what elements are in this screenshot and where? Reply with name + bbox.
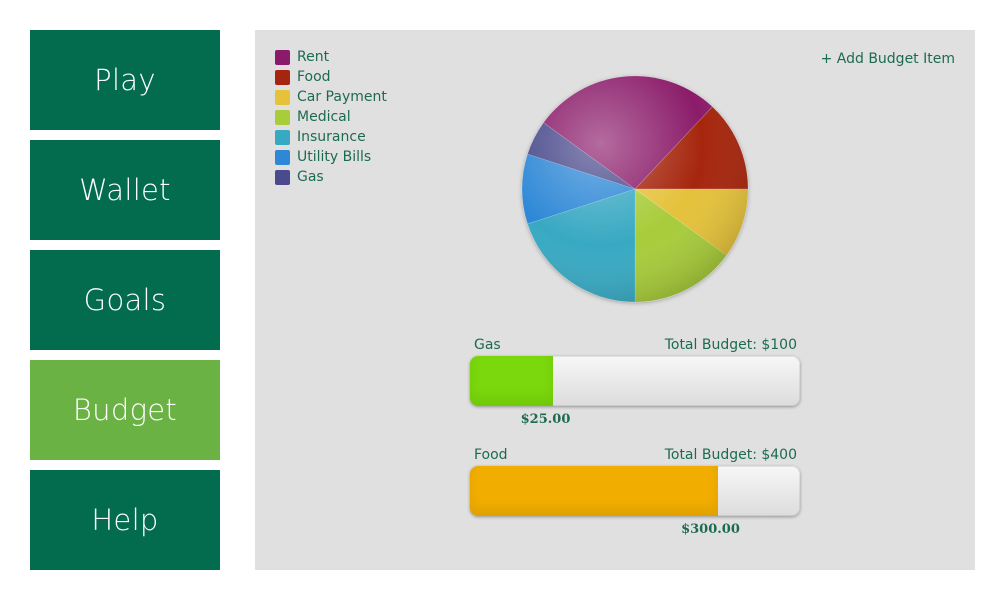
bar-total-label: Total Budget: $400 <box>664 447 797 463</box>
legend-item-car-payment: Car Payment <box>275 87 387 107</box>
legend-label: Insurance <box>297 129 366 145</box>
legend-label: Food <box>297 69 331 85</box>
legend-swatch <box>275 109 290 125</box>
legend-item-insurance: Insurance <box>275 127 387 147</box>
nav-budget-button[interactable]: Budget <box>30 360 220 460</box>
budget-pie-chart <box>521 75 749 303</box>
bar-spent-amount: $300.00 <box>681 522 740 537</box>
legend-label: Car Payment <box>297 89 387 105</box>
bar-header: Gas Total Budget: $100 <box>470 334 800 356</box>
legend-label: Utility Bills <box>297 149 372 165</box>
legend-label: Gas <box>297 169 324 185</box>
progress-fill <box>470 466 718 516</box>
legend-swatch <box>275 169 290 185</box>
progress-fill <box>470 356 553 406</box>
bar-total-label: Total Budget: $100 <box>664 337 797 353</box>
add-budget-item-link[interactable]: + Add Budget Item <box>821 51 955 67</box>
bar-category-label: Food <box>474 447 508 463</box>
legend-swatch <box>275 89 290 105</box>
legend-label: Medical <box>297 109 351 125</box>
legend-swatch <box>275 49 290 65</box>
legend-swatch <box>275 149 290 165</box>
budget-bar-gas: Gas Total Budget: $100 $25.00 <box>470 334 800 427</box>
nav-goals-button[interactable]: Goals <box>30 250 220 350</box>
bar-header: Food Total Budget: $400 <box>470 444 800 466</box>
bar-spent-amount: $25.00 <box>520 412 571 427</box>
legend-item-food: Food <box>275 67 387 87</box>
bar-category-label: Gas <box>474 337 501 353</box>
progress-track[interactable] <box>470 356 800 406</box>
budget-bar-food: Food Total Budget: $400 $300.00 <box>470 444 800 537</box>
nav-help-button[interactable]: Help <box>30 470 220 570</box>
pie-legend: Rent Food Car Payment Medical Insurance … <box>275 47 387 187</box>
legend-swatch <box>275 129 290 145</box>
progress-track[interactable] <box>470 466 800 516</box>
nav-wallet-button[interactable]: Wallet <box>30 140 220 240</box>
legend-item-medical: Medical <box>275 107 387 127</box>
nav-play-button[interactable]: Play <box>30 30 220 130</box>
legend-item-gas: Gas <box>275 167 387 187</box>
legend-item-rent: Rent <box>275 47 387 67</box>
legend-label: Rent <box>297 49 330 65</box>
legend-item-utility-bills: Utility Bills <box>275 147 387 167</box>
legend-swatch <box>275 69 290 85</box>
